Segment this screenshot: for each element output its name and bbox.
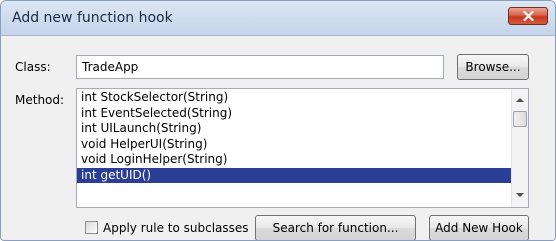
title-bar[interactable]: Add new function hook [1, 1, 555, 35]
browse-button[interactable]: Browse... [457, 54, 529, 80]
close-button[interactable] [508, 7, 548, 25]
method-list-item[interactable]: void HelperUI(String) [77, 137, 513, 153]
add-function-hook-dialog: Add new function hook Class: TradeApp Br… [0, 0, 556, 241]
close-icon [523, 11, 534, 21]
scroll-thumb[interactable] [513, 111, 527, 127]
dialog-body: Class: TradeApp Browse... Method: int St… [1, 35, 555, 240]
class-label: Class: [15, 60, 51, 74]
search-function-button[interactable]: Search for function... [255, 215, 416, 240]
class-input[interactable]: TradeApp [76, 55, 444, 79]
method-list-item[interactable]: void LoginHelper(String) [77, 152, 513, 168]
method-list-item[interactable]: int StockSelector(String) [77, 90, 513, 106]
scroll-down-icon[interactable] [516, 192, 524, 198]
apply-subclasses-checkbox[interactable] [85, 221, 98, 234]
method-list-item[interactable]: int getUID() [77, 167, 513, 183]
add-new-hook-button[interactable]: Add New Hook [429, 215, 529, 240]
window-title: Add new function hook [12, 10, 173, 26]
method-list-item[interactable]: int UILaunch(String) [77, 121, 513, 137]
scroll-up-icon[interactable] [516, 97, 524, 103]
method-list-items: int StockSelector(String) int EventSelect… [77, 90, 513, 183]
apply-subclasses-label[interactable]: Apply rule to subclasses [103, 221, 249, 235]
method-list[interactable]: int StockSelector(String) int EventSelect… [76, 88, 529, 208]
method-label: Method: [15, 93, 65, 107]
method-list-scrollbar[interactable] [511, 89, 528, 207]
method-list-item[interactable]: int EventSelected(String) [77, 106, 513, 122]
